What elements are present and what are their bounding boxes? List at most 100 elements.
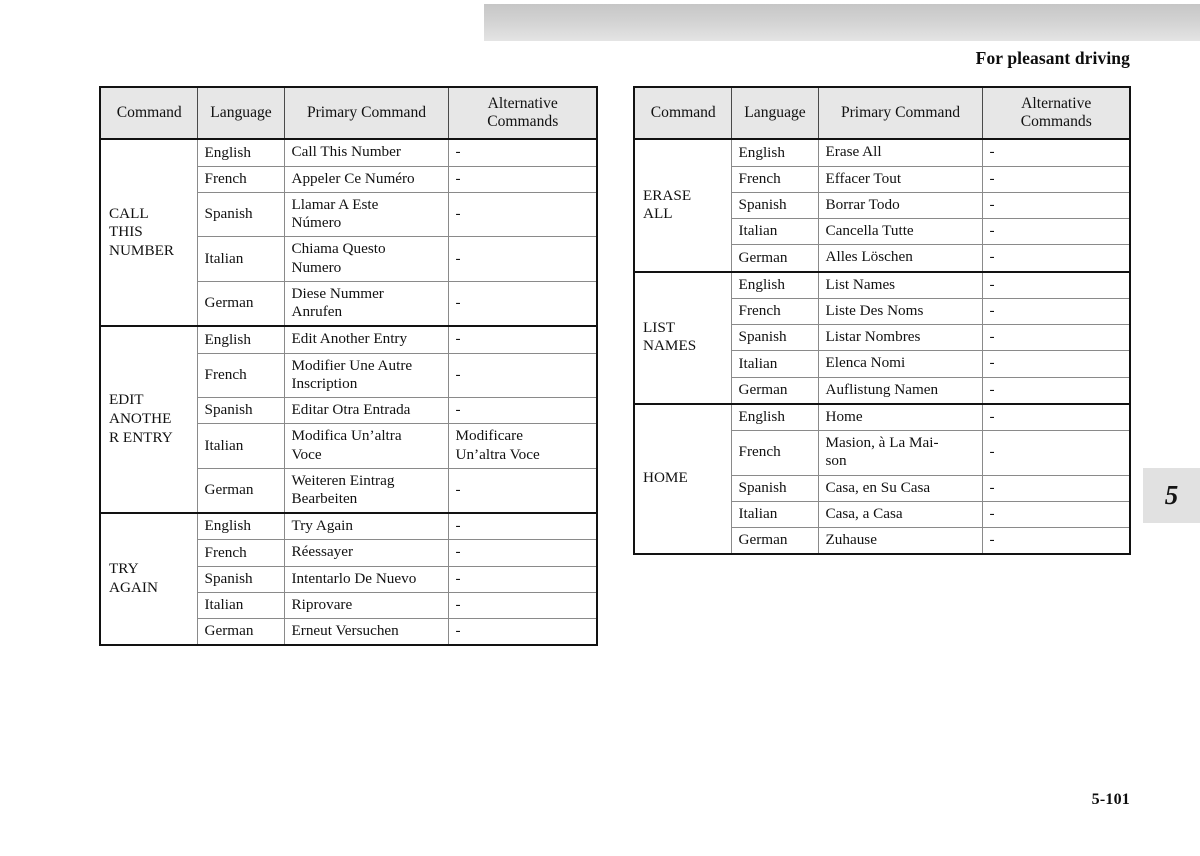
cell-primary-command: Réessayer [283, 539, 449, 567]
cell-language: English [196, 512, 285, 541]
cell-primary-command: Home [817, 402, 983, 432]
header-gradient-band [484, 4, 1200, 41]
column-header-command: Command [100, 87, 198, 141]
cell-primary-command: Alles Löschen [817, 244, 983, 273]
cell-language: Italian [731, 350, 819, 378]
cell-alternative-commands: - [447, 352, 597, 399]
cell-language: Spanish [731, 474, 819, 502]
column-header-language: Language [730, 87, 819, 141]
table-header-row: Command Language Primary Command Alterna… [100, 87, 597, 141]
cell-primary-command: Liste Des Noms [817, 297, 983, 326]
cell-primary-command: Call This Number [283, 138, 449, 167]
cell-language: German [197, 618, 285, 646]
cell-language: Spanish [197, 565, 285, 593]
cell-primary-command: Elenca Nomi [817, 350, 983, 378]
cell-language: German [197, 467, 285, 514]
column-header-alternative: Alternative Commands [447, 87, 597, 141]
cell-alternative-commands: - [981, 244, 1130, 273]
cell-language: Italian [197, 236, 285, 282]
cell-primary-command: Casa, a Casa [817, 500, 983, 528]
table-row: TRY AGAIN English Try Again - [100, 512, 597, 646]
cell-primary-command: Chiama Questo Numero [283, 236, 449, 282]
cell-alternative-commands: - [981, 138, 1130, 167]
cell-alternative-commands: - [447, 565, 597, 593]
cell-language: German [731, 526, 819, 555]
cell-alternative-commands: - [981, 500, 1130, 528]
cell-alternative-commands: - [981, 297, 1130, 326]
cell-primary-command: Llamar A Este Número [283, 191, 449, 238]
cell-language: French [731, 165, 819, 193]
cell-primary-command: Modifica Un’altra Voce [283, 423, 449, 469]
cell-language: French [197, 539, 285, 567]
table-row: HOME English Home - [634, 402, 1130, 555]
cell-language: Italian [197, 423, 285, 469]
cell-primary-command: Modifier Une Autre Inscription [283, 352, 449, 399]
cell-primary-command: Appeler Ce Numéro [283, 165, 449, 193]
cell-primary-command: Zuhause [817, 526, 983, 555]
column-header-alternative: Alternative Commands [981, 87, 1130, 141]
cell-alternative-commands: - [447, 236, 597, 282]
cell-alternative-commands: - [981, 218, 1130, 246]
cell-primary-command: Effacer Tout [817, 165, 983, 193]
cell-primary-command: Cancella Tutte [817, 218, 983, 246]
cell-language: Spanish [731, 191, 819, 220]
cell-primary-command: Edit Another Entry [283, 325, 449, 354]
cell-alternative-commands: Modificare Un’altra Voce [447, 423, 597, 469]
table-row: EDIT ANOTHE R ENTRY English Edit Another E… [100, 325, 597, 514]
cell-alternative-commands: - [981, 350, 1130, 378]
cell-alternative-commands: - [447, 325, 597, 354]
cell-primary-command: Diese Nummer Anrufen [283, 280, 449, 327]
page-header-title: For pleasant driving [975, 48, 1130, 68]
column-header-command: Command [634, 87, 732, 141]
column-header-primary: Primary Command [817, 87, 983, 141]
cell-language: Spanish [197, 397, 285, 425]
command-group-label: ERASE ALL [634, 138, 732, 273]
cell-alternative-commands: - [447, 467, 597, 514]
cell-primary-command: Erase All [817, 138, 983, 167]
table-right-header: Command Language Primary Command Alterna… [634, 87, 1130, 141]
column-header-language: Language [196, 87, 285, 141]
table-row: LIST NAMES English List Names - [634, 270, 1130, 405]
command-group-label: TRY AGAIN [100, 512, 198, 646]
chapter-tab: 5 [1143, 468, 1200, 523]
cell-alternative-commands: - [981, 430, 1130, 476]
cell-primary-command: Auflistung Namen [817, 376, 983, 405]
cell-alternative-commands: - [447, 539, 597, 567]
cell-alternative-commands: - [447, 191, 597, 238]
command-group-label: LIST NAMES [634, 270, 732, 405]
cell-language: French [731, 297, 819, 326]
cell-language: English [730, 402, 819, 432]
voice-command-table-right: Command Language Primary Command Alterna… [633, 86, 1131, 556]
cell-primary-command: Try Again [283, 512, 449, 541]
cell-alternative-commands: - [981, 526, 1130, 555]
cell-primary-command: List Names [817, 270, 983, 299]
cell-language: French [731, 430, 819, 476]
cell-alternative-commands: - [447, 591, 597, 620]
cell-primary-command: Masion, à La Mai- son [817, 430, 983, 476]
cell-language: French [197, 165, 285, 193]
table-left-body: CALL THIS NUMBER English Call This Number -… [100, 138, 597, 646]
command-group-label: HOME [634, 402, 732, 555]
table-row: CALL THIS NUMBER English Call This Number - [100, 138, 597, 327]
cell-language: English [730, 270, 819, 299]
cell-alternative-commands: - [981, 191, 1130, 220]
cell-language: Spanish [197, 191, 285, 238]
cell-alternative-commands: - [447, 138, 597, 167]
chapter-tab-number: 5 [1164, 480, 1179, 510]
table-header-row: Command Language Primary Command Alterna… [634, 87, 1130, 141]
cell-alternative-commands: - [981, 165, 1130, 193]
cell-language: Italian [731, 500, 819, 528]
cell-alternative-commands: - [447, 280, 597, 327]
column-header-primary: Primary Command [283, 87, 449, 141]
table-right-body: ERASE ALL English Erase All - French Effacer … [634, 138, 1130, 555]
cell-language: German [731, 376, 819, 405]
cell-alternative-commands: - [981, 474, 1130, 502]
cell-language: Italian [197, 591, 285, 620]
cell-language: English [196, 138, 285, 167]
footer-page-number: 5-101 [1091, 791, 1130, 808]
cell-primary-command: Erneut Versuchen [283, 618, 449, 646]
cell-primary-command: Editar Otra Entrada [283, 397, 449, 425]
cell-language: English [196, 325, 285, 354]
cell-primary-command: Intentarlo De Nuevo [283, 565, 449, 593]
cell-primary-command: Borrar Todo [817, 191, 983, 220]
